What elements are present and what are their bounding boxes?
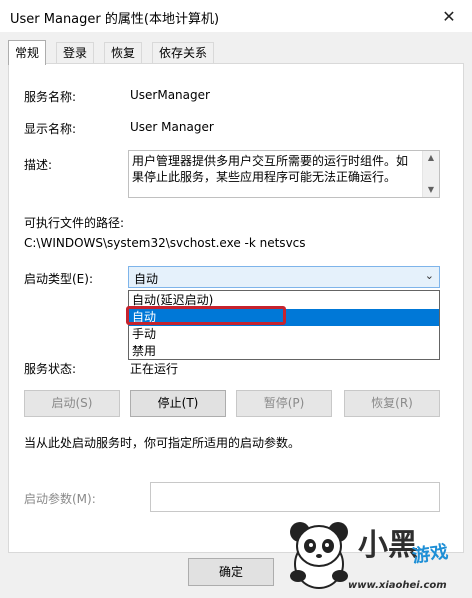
start-button[interactable]: 启动(S)	[24, 390, 120, 417]
start-params-label: 启动参数(M):	[24, 492, 96, 506]
display-name-label: 显示名称:	[24, 122, 77, 136]
tab-dependencies[interactable]: 依存关系	[152, 42, 215, 64]
description-scrollbar[interactable]: ▲ ▼	[422, 151, 439, 197]
tab-recovery[interactable]: 恢复	[104, 42, 143, 64]
tab-logon[interactable]: 登录	[56, 42, 95, 64]
watermark-logo: 小黑 游戏 www.xiaohei.com	[284, 514, 470, 596]
chevron-down-icon: ⌄	[424, 269, 434, 282]
exe-path-label: 可执行文件的路径:	[24, 216, 125, 230]
service-status-value: 正在运行	[130, 362, 179, 376]
display-name-value: User Manager	[130, 120, 214, 134]
option-disabled[interactable]: 禁用	[129, 343, 439, 360]
window-title: User Manager 的属性(本地计算机)	[10, 12, 220, 27]
start-params-hint: 当从此处启动服务时，你可指定所适用的启动参数。	[24, 436, 301, 450]
option-manual[interactable]: 手动	[129, 326, 439, 343]
exe-path-value: C:\WINDOWS\system32\svchost.exe -k netsv…	[24, 236, 306, 250]
description-field[interactable]: 用户管理器提供多用户交互所需要的运行时组件。如果停止此服务，某些应用程序可能无法…	[128, 150, 440, 198]
service-name-value: UserManager	[130, 88, 210, 102]
scroll-down-icon[interactable]: ▼	[423, 183, 439, 197]
tab-general[interactable]: 常规	[8, 40, 47, 65]
description-label: 描述:	[24, 158, 53, 172]
description-text: 用户管理器提供多用户交互所需要的运行时组件。如果停止此服务，某些应用程序可能无法…	[132, 154, 409, 184]
ok-button[interactable]: 确定	[188, 558, 274, 586]
service-name-label: 服务名称:	[24, 90, 77, 104]
startup-type-label: 启动类型(E):	[24, 272, 93, 286]
highlight-annotation	[126, 306, 286, 325]
close-icon: ✕	[442, 6, 456, 26]
startup-type-dropdown: 自动(延迟启动) 自动 手动 禁用	[128, 290, 440, 360]
stop-button[interactable]: 停止(T)	[130, 390, 226, 417]
watermark-url: www.xiaohei.com	[348, 580, 447, 591]
title-bar: User Manager 的属性(本地计算机) ✕	[0, 0, 472, 32]
startup-type-select[interactable]: 自动 ⌄	[128, 266, 440, 288]
scroll-up-icon[interactable]: ▲	[423, 151, 439, 165]
panda-icon	[290, 522, 348, 589]
watermark-text: 小黑	[358, 528, 418, 563]
service-status-label: 服务状态:	[24, 362, 77, 376]
watermark-text-2: 游戏	[410, 541, 450, 568]
start-params-input[interactable]	[150, 482, 440, 512]
close-button[interactable]: ✕	[426, 0, 472, 32]
startup-type-value: 自动	[134, 272, 159, 286]
resume-button[interactable]: 恢复(R)	[344, 390, 440, 417]
pause-button[interactable]: 暂停(P)	[236, 390, 332, 417]
